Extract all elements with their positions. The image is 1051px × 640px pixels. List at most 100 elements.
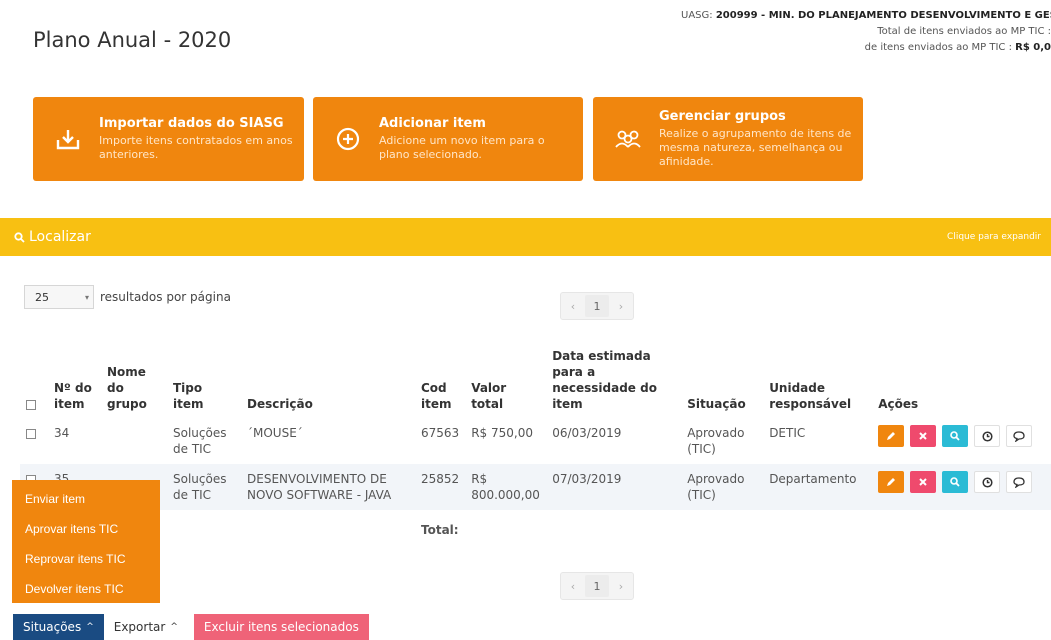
card-desc: Importe itens contratados em anos anteri… [99,134,293,161]
row-checkbox[interactable] [26,428,36,439]
per-page-select[interactable]: 25 ▾ [24,285,94,309]
comments-button[interactable] [1006,471,1033,493]
import-siasg-card[interactable]: Importar dados do SIASG Importe itens co… [33,97,304,181]
col-actions-header: Ações [878,397,919,411]
cell-desc: DESENVOLVIMENTO DE NOVO SOFTWARE - JAVA [241,464,415,510]
card-desc: Realize o agrupamento de itens de mesma … [659,127,852,168]
menu-item-enviar[interactable]: Enviar item [12,484,160,514]
comments-button[interactable] [1006,425,1033,447]
cell-actions [872,418,1051,464]
cell-value: R$ 800.000,00 [465,464,547,510]
cell-num: 34 [54,426,70,440]
view-button[interactable] [942,425,969,447]
cell-cod: 67563 [421,426,460,440]
search-icon [950,431,960,441]
view-button[interactable] [942,471,969,493]
card-title: Adicionar item [379,116,486,131]
cell-value: R$ 750,00 [471,426,533,440]
next-page-button[interactable]: › [609,293,633,319]
pencil-icon [887,432,896,440]
card-body: Gerenciar grupos Realize o agrupamento d… [659,109,854,169]
col-unit-header: Unidade responsável [769,381,852,411]
close-icon [919,432,927,440]
close-icon [919,478,927,486]
cell-date: 06/03/2019 [552,426,622,440]
org-info: UASG: 200999 - MIN. DO PLANEJAMENTO DESE… [681,8,1051,56]
col-desc-header: Descrição [247,397,313,411]
page-number-button[interactable]: 1 [585,575,609,597]
expand-hint[interactable]: Clique para expandir [946,232,1041,242]
uasg-value: 200999 - MIN. DO PLANEJAMENTO DESENVOLVI… [715,10,1051,21]
col-status-header: Situação [687,397,746,411]
pencil-icon [887,478,896,486]
card-body: Adicionar item Adicione um novo item par… [379,116,559,162]
cell-type: Soluções de TIC [167,464,241,510]
select-all-header [20,344,48,418]
cell-status: Aprovado (TIC) [681,464,764,510]
page-number-button[interactable]: 1 [585,295,609,317]
card-body: Importar dados do SIASG Importe itens co… [99,116,304,162]
col-value-header: Valor total [471,381,507,411]
cell-unit: DETIC [769,426,806,440]
history-button[interactable] [974,471,1001,493]
exportar-button[interactable]: Exportar ^ [103,614,188,640]
search-icon [14,231,25,243]
download-icon [45,127,91,151]
search-bar[interactable]: Localizar Clique para expandir [0,218,1051,256]
cell-desc: ´MOUSE´ [247,426,303,440]
history-button[interactable] [974,425,1001,447]
cell-cod: 25852 [415,464,466,510]
cell-date: 07/03/2019 [546,464,682,510]
per-page-label: resultados por página [100,290,231,304]
situacoes-menu: Enviar item Aprovar itens TIC Reprovar i… [12,480,160,603]
select-all-checkbox[interactable] [26,399,36,410]
col-num-header: Nº do item [54,381,92,411]
manage-groups-card[interactable]: Gerenciar grupos Realize o agrupamento d… [593,97,863,181]
users-icon [605,128,651,150]
total-value-line: de itens enviados ao MP TIC : R$ 0,0 [681,40,1051,56]
chevron-up-icon: ^ [86,622,94,632]
chevron-down-icon: ▾ [84,292,89,302]
card-title: Importar dados do SIASG [99,116,284,131]
edit-button[interactable] [878,425,905,447]
table-header-row: Nº do item Nome do grupo Tipo item Descr… [20,344,1051,418]
pagination-top: ‹ 1 › [560,292,634,320]
per-page-control: 25 ▾ resultados por página [24,285,231,309]
menu-item-devolver[interactable]: Devolver itens TIC [12,574,160,604]
col-cod-header: Cod item [421,381,452,411]
col-group-header: Nome do grupo [107,365,147,411]
delete-button[interactable] [910,425,937,447]
prev-page-button[interactable]: ‹ [561,573,585,599]
clock-icon [982,430,993,442]
row-select-cell [20,418,48,464]
situacoes-label: Situações [23,620,82,634]
search-toggle: Localizar [14,229,91,245]
comment-icon [1013,430,1025,442]
delete-button[interactable] [910,471,937,493]
menu-item-reprovar[interactable]: Reprovar itens TIC [12,544,160,574]
situacoes-button[interactable]: Situações ^ [13,614,104,640]
cell-status: Aprovado (TIC) [687,426,745,456]
pagination-bottom: ‹ 1 › [560,572,634,600]
total-label: Total: [421,523,459,537]
col-type-header: Tipo item [173,381,204,411]
card-title: Gerenciar grupos [659,109,786,124]
cell-unit: Departamento [763,464,873,510]
col-date-header: Data estimada para a necessidade do item [552,349,657,411]
table-row: 34 Soluções de TIC ´MOUSE´ 67563 R$ 750,… [20,418,1051,464]
per-page-value: 25 [35,290,49,304]
table-row: 35 Soluções de TIC DESENVOLVIMENTO DE NO… [20,464,1051,510]
total-items-line: Total de itens enviados ao MP TIC : [877,26,1051,37]
prev-page-button[interactable]: ‹ [561,293,585,319]
edit-button[interactable] [878,471,905,493]
excluir-selecionados-button[interactable]: Excluir itens selecionados [193,614,369,640]
total-value-label: de itens enviados ao MP TIC : [864,42,1012,53]
add-item-card[interactable]: Adicionar item Adicione um novo item par… [313,97,583,181]
cell-group [101,418,167,464]
exportar-label: Exportar [113,620,166,634]
table-total-row: Total: [20,510,1051,545]
search-icon [950,477,960,487]
cell-actions [872,464,1051,510]
next-page-button[interactable]: › [609,573,633,599]
menu-item-aprovar[interactable]: Aprovar itens TIC [12,514,160,544]
